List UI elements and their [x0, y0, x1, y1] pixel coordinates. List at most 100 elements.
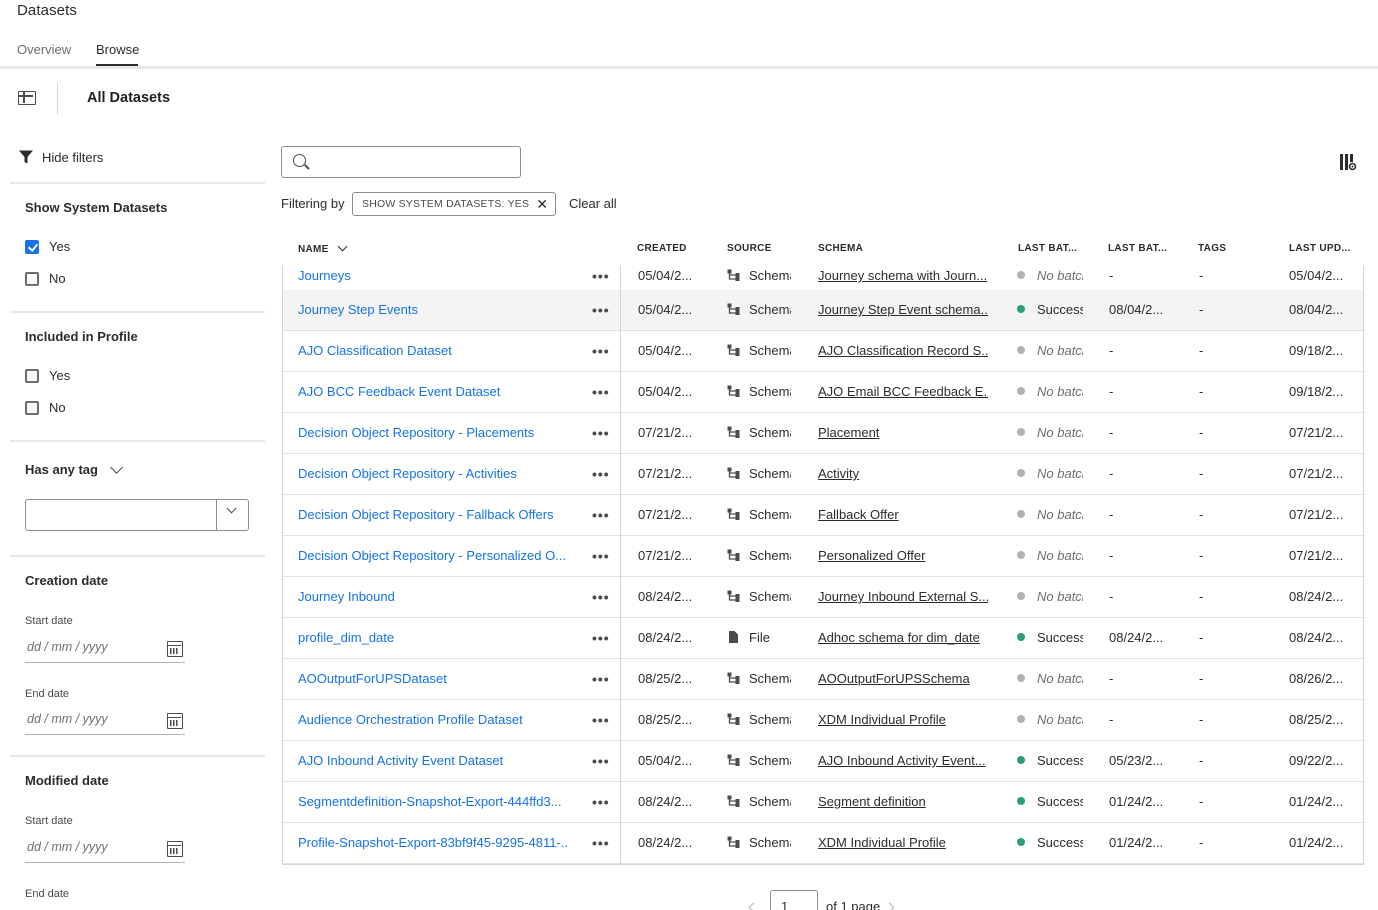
- system-yes-checkbox[interactable]: Yes: [25, 239, 70, 254]
- tab-overview[interactable]: Overview: [17, 42, 71, 57]
- table-row[interactable]: AJO BCC Feedback Event Dataset ••• 05/04/2…: [283, 372, 1363, 413]
- table-row[interactable]: profile_dim_date ••• 08/24/2... File Adhoc s…: [283, 618, 1363, 659]
- tab-browse[interactable]: Browse: [96, 42, 139, 57]
- more-actions-icon[interactable]: •••: [592, 495, 612, 535]
- schema-link[interactable]: Segment definition: [818, 782, 988, 822]
- schema-link[interactable]: Journey Inbound External S...: [818, 577, 988, 617]
- table-row[interactable]: Segmentdefinition-Snapshot-Export-444ffd…: [283, 782, 1363, 823]
- more-actions-icon[interactable]: •••: [592, 577, 612, 617]
- dataset-name-link[interactable]: Journey Step Events: [298, 290, 568, 330]
- dataset-name-link[interactable]: AJO BCC Feedback Event Dataset: [298, 372, 568, 412]
- table-row[interactable]: AOOutputForUPSDataset ••• 08/25/2... Schem a…: [283, 659, 1363, 700]
- schema-link[interactable]: AJO Inbound Activity Event...: [818, 741, 988, 781]
- more-actions-icon[interactable]: •••: [592, 331, 612, 371]
- table-row[interactable]: Audience Orchestration Profile Dataset ••…: [283, 700, 1363, 741]
- schema-link[interactable]: Adhoc schema for dim_date: [818, 618, 988, 658]
- dataset-name-link[interactable]: Profile-Snapshot-Export-83bf9f45-9295-48…: [298, 823, 568, 863]
- dataset-name-link[interactable]: Segmentdefinition-Snapshot-Export-444ffd…: [298, 782, 568, 822]
- more-actions-icon[interactable]: •••: [592, 536, 612, 576]
- schema-link[interactable]: XDM Individual Profile: [818, 700, 988, 740]
- creation-start-date-field[interactable]: dd / mm / yyyy: [25, 637, 185, 663]
- column-header-last-batch-status[interactable]: LAST BAT...: [1018, 243, 1077, 254]
- more-actions-icon[interactable]: •••: [592, 741, 612, 781]
- calendar-icon[interactable]: [167, 641, 183, 657]
- status-dot: [1017, 271, 1025, 279]
- dataset-name-link[interactable]: Decision Object Repository - Activities: [298, 454, 568, 494]
- dataset-name-link[interactable]: Decision Object Repository - Personalize…: [298, 536, 568, 576]
- has-any-tag-toggle[interactable]: Has any tag: [25, 461, 123, 477]
- column-header-schema[interactable]: SCHEMA: [818, 243, 863, 254]
- close-icon[interactable]: ✕: [536, 193, 548, 215]
- schema-link[interactable]: Placement: [818, 413, 988, 453]
- schema-link[interactable]: Personalized Offer: [818, 536, 988, 576]
- tag-combobox[interactable]: [25, 499, 249, 531]
- table-row[interactable]: Journey Inbound ••• 08/24/2... Schema Journe…: [283, 577, 1363, 618]
- schema-link[interactable]: AJO Email BCC Feedback E...: [818, 372, 988, 412]
- dataset-name-link[interactable]: Decision Object Repository - Placements: [298, 413, 568, 453]
- profile-yes-checkbox[interactable]: Yes: [25, 368, 70, 383]
- schema-link[interactable]: Activity: [818, 454, 988, 494]
- calendar-icon[interactable]: [167, 841, 183, 857]
- table-row[interactable]: Journey Step Events ••• 05/04/2... Schema Jo…: [283, 290, 1363, 331]
- profile-no-checkbox[interactable]: No: [25, 400, 66, 415]
- chevron-left-icon[interactable]: [748, 902, 759, 910]
- system-no-checkbox[interactable]: No: [25, 271, 66, 286]
- column-header-source[interactable]: SOURCE: [727, 243, 772, 254]
- more-actions-icon[interactable]: •••: [592, 413, 612, 453]
- clear-all-button[interactable]: Clear all: [569, 196, 617, 211]
- checkbox-checked[interactable]: [25, 239, 39, 254]
- last-batch-date: -: [1109, 384, 1114, 399]
- tag-combobox-button[interactable]: [216, 500, 248, 530]
- more-actions-icon[interactable]: •••: [592, 823, 612, 863]
- dataset-name-link[interactable]: AOOutputForUPSDataset: [298, 659, 568, 699]
- filter-chip[interactable]: SHOW SYSTEM DATASETS: YES ✕: [352, 192, 557, 216]
- dataset-name-link[interactable]: AJO Classification Dataset: [298, 331, 568, 371]
- more-actions-icon[interactable]: •••: [592, 290, 612, 330]
- dataset-name-link[interactable]: Decision Object Repository - Fallback Of…: [298, 495, 568, 535]
- more-actions-icon[interactable]: •••: [592, 372, 612, 412]
- schema-icon: [727, 466, 749, 481]
- dataset-name-link[interactable]: Audience Orchestration Profile Dataset: [298, 700, 568, 740]
- schema-link[interactable]: AOOutputForUPSSchema: [818, 659, 988, 699]
- table-row[interactable]: Decision Object Repository - Fallback Of…: [283, 495, 1363, 536]
- modified-start-label: Start date: [25, 815, 73, 827]
- more-actions-icon[interactable]: •••: [592, 700, 612, 740]
- column-header-name[interactable]: NAME: [298, 241, 348, 255]
- dataset-name-link[interactable]: AJO Inbound Activity Event Dataset: [298, 741, 568, 781]
- checkbox-label: No: [49, 400, 66, 415]
- table-row[interactable]: AJO Inbound Activity Event Dataset ••• 05/…: [283, 741, 1363, 782]
- table-row[interactable]: AJO Classification Dataset ••• 05/04/2... S…: [283, 331, 1363, 372]
- more-actions-icon[interactable]: •••: [592, 659, 612, 699]
- page-number-input[interactable]: 1: [770, 890, 818, 910]
- column-header-last-batch-date[interactable]: LAST BAT...: [1108, 243, 1167, 254]
- chevron-right-icon[interactable]: [884, 902, 895, 910]
- table-row[interactable]: Decision Object Repository - Placements •…: [283, 413, 1363, 454]
- last-batch-date: -: [1109, 343, 1114, 358]
- column-header-tags[interactable]: TAGS: [1198, 243, 1226, 254]
- dataset-name-link[interactable]: profile_dim_date: [298, 618, 568, 658]
- search-input[interactable]: [281, 146, 521, 178]
- creation-end-date-field[interactable]: dd / mm / yyyy: [25, 709, 185, 735]
- more-actions-icon[interactable]: •••: [592, 782, 612, 822]
- modified-start-date-field[interactable]: dd / mm / yyyy: [25, 837, 185, 863]
- dataset-name-link[interactable]: Journey Inbound: [298, 577, 568, 617]
- schema-link[interactable]: XDM Individual Profile: [818, 823, 988, 863]
- table-row[interactable]: Decision Object Repository - Personalize…: [283, 536, 1363, 577]
- hide-filters-button[interactable]: Hide filters: [18, 149, 103, 165]
- table-row[interactable]: Profile-Snapshot-Export-83bf9f45-9295-48…: [283, 823, 1363, 864]
- schema-link[interactable]: AJO Classification Record S...: [818, 331, 988, 371]
- more-actions-icon[interactable]: •••: [592, 618, 612, 658]
- created-date: 08/24/2...: [638, 630, 693, 645]
- column-settings-icon[interactable]: [1339, 153, 1357, 171]
- calendar-icon[interactable]: [167, 713, 183, 729]
- toggle-panel-icon[interactable]: [18, 91, 36, 105]
- checkbox-unchecked[interactable]: [25, 368, 39, 383]
- schema-link[interactable]: Fallback Offer: [818, 495, 988, 535]
- checkbox-unchecked[interactable]: [25, 271, 39, 286]
- more-actions-icon[interactable]: •••: [592, 454, 612, 494]
- checkbox-unchecked[interactable]: [25, 400, 39, 415]
- column-header-created[interactable]: CREATED: [637, 243, 687, 254]
- schema-link[interactable]: Journey Step Event schema...: [818, 290, 988, 330]
- column-header-last-updated[interactable]: LAST UPD...: [1289, 243, 1351, 254]
- table-row[interactable]: Decision Object Repository - Activities •…: [283, 454, 1363, 495]
